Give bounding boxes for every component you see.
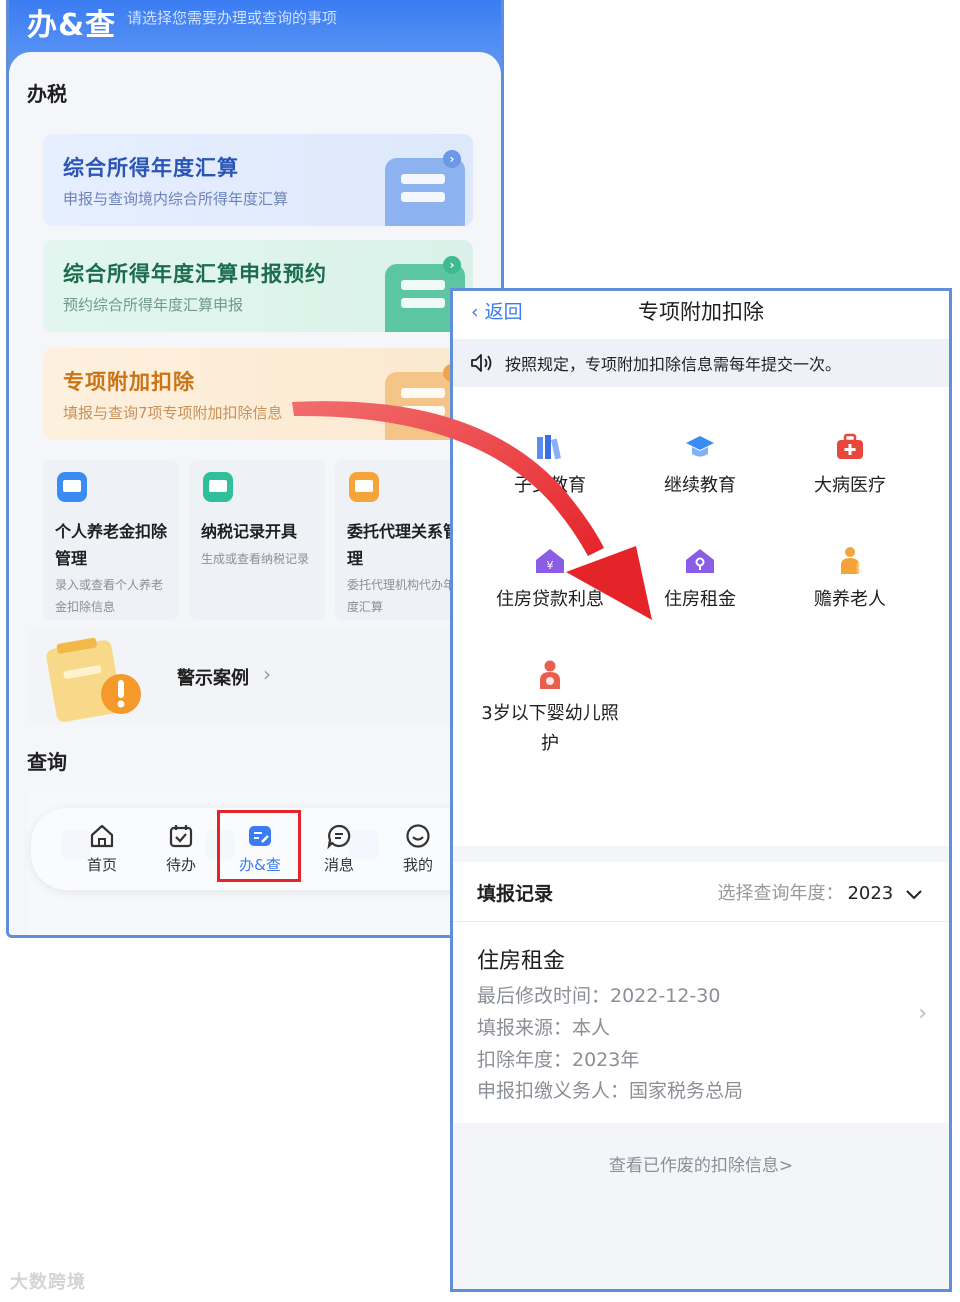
app-title: 办&查	[27, 8, 117, 43]
deduction-label: 住房租金	[664, 589, 736, 610]
back-label: 返回	[484, 301, 523, 323]
card-subtitle: 申报与查询境内综合所得年度汇算	[63, 190, 289, 208]
small-card-desc: 生成或查看纳税记录	[201, 552, 310, 566]
tab-label: 消息	[323, 856, 354, 874]
tab-highlight-box	[217, 810, 301, 882]
chevron-right-icon: ›	[263, 662, 271, 686]
card-annual-settlement[interactable]: 综合所得年度汇算 申报与查询境内综合所得年度汇算 ›	[43, 134, 473, 226]
deduction-item-serious-illness[interactable]: 大病医疗	[775, 431, 925, 501]
records-title: 填报记录	[477, 883, 554, 905]
tab-home[interactable]: 首页	[67, 822, 137, 875]
section-gap	[453, 846, 949, 862]
speaker-icon	[471, 354, 492, 372]
void-area: 查看已作废的扣除信息>	[453, 1123, 949, 1289]
card-special-deduction[interactable]: 专项附加扣除 填报与查询7项专项附加扣除信息 ›	[43, 348, 473, 440]
record-agent: 申报扣缴义务人：国家税务总局	[477, 1080, 744, 1102]
card-pension-deduction[interactable]: 个人养老金扣除管理 录入或查看个人养老金扣除信息	[43, 460, 179, 620]
deduction-item-elderly-support[interactable]: 赡养老人	[775, 545, 925, 615]
chevron-left-icon: ‹	[471, 301, 485, 323]
calculator-icon	[385, 158, 465, 226]
page-title: 专项附加扣除	[638, 300, 764, 324]
voided-deductions-link[interactable]: 查看已作废的扣除信息>	[453, 1151, 949, 1176]
small-card-desc: 录入或查看个人养老金扣除信息	[55, 578, 164, 614]
medical-kit-icon	[837, 433, 863, 459]
year-selector[interactable]: 选择查询年度： 2023	[717, 879, 923, 905]
tab-messages[interactable]: 消息	[304, 822, 374, 875]
house-key-icon	[686, 549, 714, 573]
tab-label: 我的	[402, 856, 433, 874]
left-phone-screen: 办&查 请选择您需要办理或查询的事项 办税 综合所得年度汇算 申报与查询境内综合…	[6, 0, 504, 938]
warning-cases-banner[interactable]: 警示案例 ›	[27, 628, 497, 724]
notice-bar: 按照规定，专项附加扣除信息需每年提交一次。	[453, 339, 949, 387]
card-title: 综合所得年度汇算申报预约	[63, 262, 327, 286]
year-label: 选择查询年度：	[717, 883, 844, 904]
graduation-cap-icon	[686, 436, 714, 457]
deduction-label: 住房贷款利息	[496, 589, 604, 610]
small-card-title: 个人养老金扣除管理	[55, 522, 168, 568]
card-subtitle: 预约综合所得年度汇算申报	[63, 296, 244, 314]
card-subtitle: 填报与查询7项专项附加扣除信息	[63, 404, 283, 422]
tab-label: 首页	[86, 856, 117, 874]
divider	[453, 921, 949, 922]
record-year: 扣除年度：2023年	[477, 1049, 640, 1071]
warning-cases-label: 警示案例	[177, 668, 249, 689]
tab-mine[interactable]: 我的	[383, 822, 453, 875]
card-title: 专项附加扣除	[63, 370, 195, 394]
wallet-icon	[57, 472, 87, 502]
calendar-check-icon	[169, 825, 193, 848]
watermark: 大数跨境	[10, 1272, 86, 1293]
small-card-desc: 委托代理机构代办年度汇算	[347, 578, 456, 614]
message-icon	[327, 824, 351, 850]
home-icon	[90, 824, 114, 848]
deduction-item-infant-care[interactable]: 3岁以下婴幼儿照护	[475, 659, 625, 759]
small-card-title: 委托代理关系管理	[347, 522, 460, 568]
books-icon	[537, 435, 562, 460]
card-settlement-booking[interactable]: 综合所得年度汇算申报预约 预约综合所得年度汇算申报 ›	[43, 240, 473, 332]
section-title-query: 查询	[27, 750, 67, 774]
section-title-tax: 办税	[27, 82, 67, 106]
house-yuan-icon: ¥	[536, 549, 564, 573]
record-title: 住房租金	[477, 949, 566, 974]
card-title: 综合所得年度汇算	[63, 156, 239, 180]
record-modified: 最后修改时间：2022-12-30	[477, 985, 721, 1007]
mother-baby-icon	[540, 660, 560, 689]
deduction-label: 继续教育	[664, 475, 736, 496]
deduction-label: 赡养老人	[814, 589, 886, 610]
smile-icon	[406, 824, 430, 848]
record-source: 填报来源：本人	[477, 1017, 611, 1039]
deduction-label: 大病医疗	[814, 475, 886, 496]
notice-text: 按照规定，专项附加扣除信息需每年提交一次。	[505, 355, 842, 374]
tab-label: 待办	[165, 856, 196, 874]
svg-text:¥: ¥	[547, 559, 554, 572]
handshake-icon	[349, 472, 379, 502]
app-hint: 请选择您需要办理或查询的事项	[127, 9, 338, 27]
deduction-label: 3岁以下婴幼儿照护	[481, 703, 619, 754]
chevron-right-icon: ›	[443, 150, 461, 168]
right-phone-screen: 专项附加扣除 ‹ 返回 按照规定，专项附加扣除信息需每年提交一次。 子女教育 继…	[450, 288, 952, 1292]
warning-clipboard-icon	[46, 637, 141, 722]
chevron-down-icon	[906, 890, 922, 900]
chevron-right-icon: ›	[443, 256, 461, 274]
deduction-item-continuing-education[interactable]: 继续教育	[625, 431, 775, 501]
back-button[interactable]: ‹ 返回	[471, 297, 523, 324]
deduction-item-housing-rent[interactable]: 住房租金	[625, 545, 775, 615]
year-value: 2023	[847, 883, 894, 904]
deduction-label: 子女教育	[514, 475, 586, 496]
elderly-person-icon	[841, 547, 860, 574]
small-card-title: 纳税记录开具	[201, 522, 298, 541]
chevron-right-icon: ›	[918, 1001, 927, 1026]
record-item[interactable]: 住房租金 最后修改时间：2022-12-30 填报来源：本人 扣除年度：2023…	[453, 931, 949, 1121]
deduction-item-children-education[interactable]: 子女教育	[475, 431, 625, 501]
left-content: 办税 综合所得年度汇算 申报与查询境内综合所得年度汇算 › 综合所得年度汇算申报…	[9, 52, 501, 935]
tab-todo[interactable]: 待办	[146, 822, 216, 875]
deduction-item-mortgage-interest[interactable]: ¥ 住房贷款利息	[475, 545, 625, 615]
receipt-icon	[203, 472, 233, 502]
card-tax-record[interactable]: 纳税记录开具 生成或查看纳税记录	[189, 460, 325, 620]
